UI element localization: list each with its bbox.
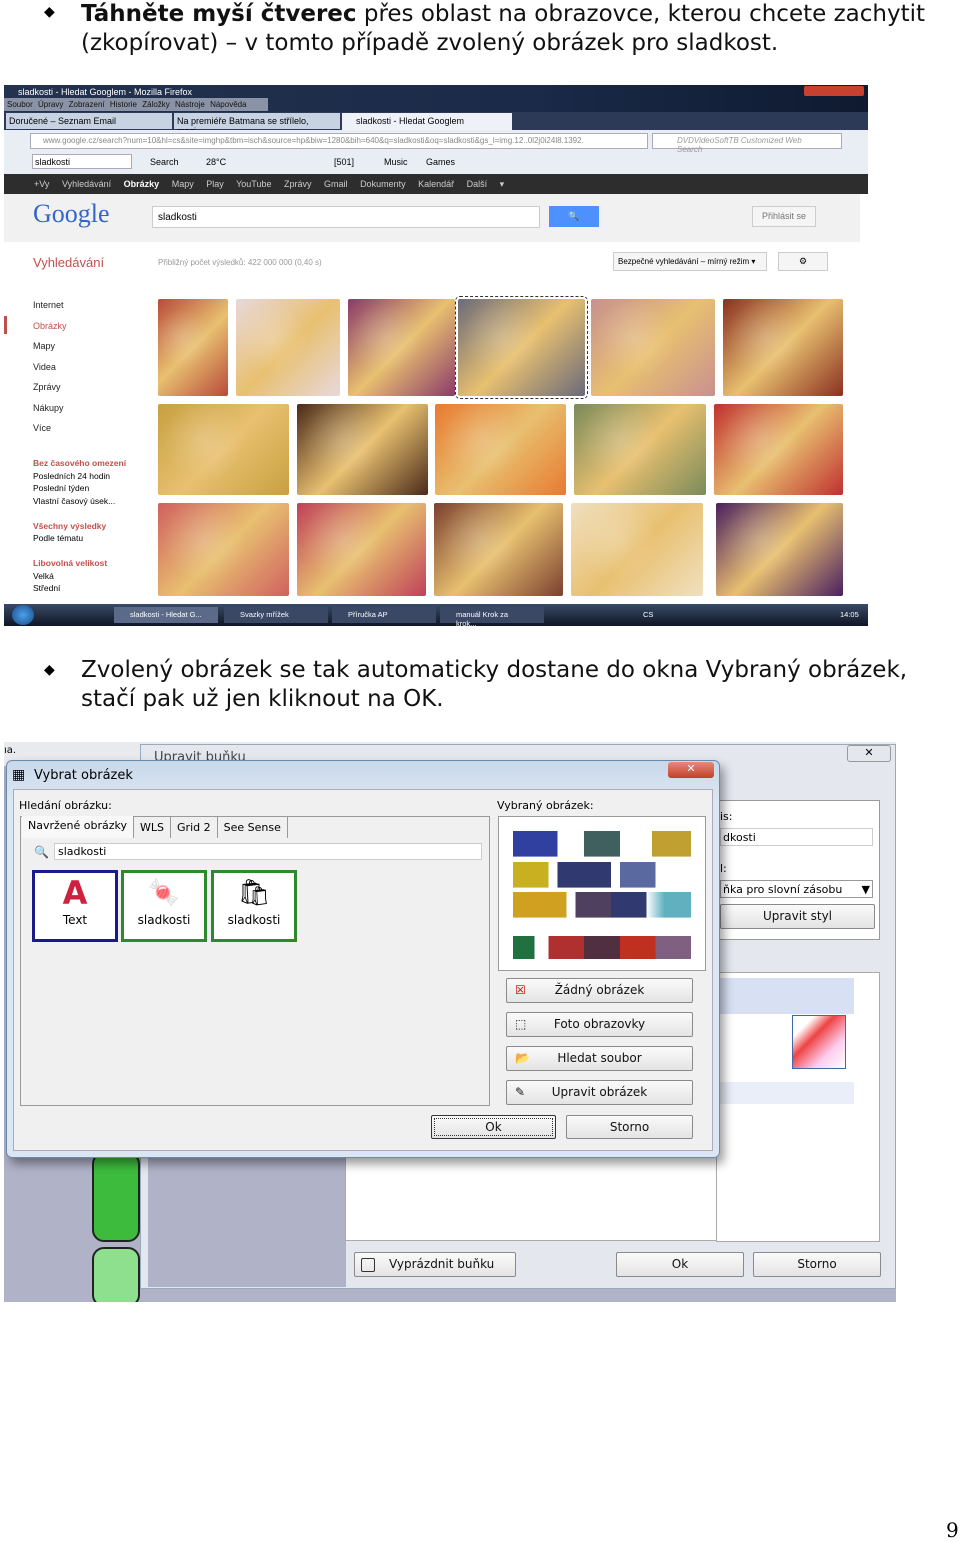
filters[interactable]: Bez časového omezení Posledních 24 hodin P… (33, 457, 126, 595)
weather[interactable]: 28°C (206, 157, 226, 167)
settings-gear-icon[interactable]: ⚙ (778, 252, 828, 271)
toolbar-search-input[interactable]: sladkosti (32, 154, 132, 169)
google-bar[interactable]: +Vy Vyhledávání Obrázky Mapy Play YouTub… (4, 174, 868, 194)
games-button[interactable]: Games (426, 157, 455, 167)
music-button[interactable]: Music (384, 157, 408, 167)
edit-cell-cancel-button[interactable]: Storno (753, 1252, 881, 1277)
tile-sweets-bag[interactable]: 🛍 sladkosti (211, 870, 297, 942)
bullet-icon: ◆ (44, 4, 55, 20)
dialog-icon: ▦ (12, 767, 26, 783)
image-result[interactable] (716, 503, 843, 596)
sidebar-item-videos[interactable]: Videa (33, 362, 67, 383)
image-result[interactable] (455, 296, 588, 399)
no-picture-button[interactable]: ☒ Žádný obrázek (506, 978, 693, 1003)
safe-search-dropdown[interactable]: Bezpečné vyhledávání – mírný režim ▾ (613, 252, 767, 271)
google-search-input[interactable]: sladkosti (152, 206, 540, 228)
selected-picture (498, 816, 706, 971)
image-result[interactable] (723, 299, 843, 396)
label-input[interactable]: dkosti (720, 828, 873, 846)
image-result[interactable] (297, 404, 428, 495)
section-title: Vyhledávání (33, 255, 105, 270)
image-result[interactable] (571, 503, 703, 596)
grid-screenshot: ıа. Upravit buňku ✕ is: dkosti l: ňka pr… (4, 742, 896, 1302)
tab-see-sense[interactable]: See Sense (218, 816, 288, 838)
search-icon: 🔍 (34, 845, 49, 859)
tab-google[interactable]: sladkosti - Hledat Googlem (342, 113, 512, 130)
instruction-2: Zvolený obrázek se tak automaticky dosta… (81, 657, 908, 712)
window-title: sladkosti - Hledat Googlem - Mozilla Fir… (18, 87, 193, 97)
image-result[interactable] (158, 404, 289, 495)
clock: 14:05 (840, 610, 859, 619)
taskbar-item[interactable]: Příručka AP (332, 607, 436, 623)
taskbar-item[interactable]: Svazky mřížek (224, 607, 328, 623)
taskbar[interactable]: sladkosti - Hledat G... Svazky mřížek Př… (4, 604, 868, 626)
image-result[interactable] (574, 404, 706, 495)
style-select[interactable]: ňka pro slovní zásobu ▼ (720, 880, 873, 898)
selected-label: Vybraný obrázek: (497, 799, 594, 812)
web-search-input[interactable]: DVDVideoSoftTB Customized Web Search (652, 133, 842, 154)
counter[interactable]: [501] (334, 157, 354, 167)
tab-wls[interactable]: WLS (134, 816, 172, 838)
image-result[interactable] (297, 503, 426, 596)
language-indicator[interactable]: CS (643, 610, 653, 619)
image-result[interactable] (591, 299, 715, 396)
instruction-1: Táhněte myší čtverec přes oblast na obra… (81, 1, 926, 56)
tab-grid2[interactable]: Grid 2 (171, 816, 218, 838)
tab-suggested[interactable]: Navržené obrázky (22, 816, 135, 838)
image-result[interactable] (434, 503, 563, 596)
tab-email[interactable]: Doručené – Seznam Email (6, 113, 172, 129)
edit-cell-ok-button[interactable]: Ok (616, 1252, 744, 1277)
ok-button[interactable]: Ok (431, 1115, 556, 1139)
image-result[interactable] (435, 404, 566, 495)
sidebar-item-more[interactable]: Více (33, 423, 67, 444)
tile-sweets[interactable]: 🍬 sladkosti (121, 870, 207, 942)
dialog-close-button[interactable]: ✕ (668, 762, 714, 778)
google-logo: Google (33, 199, 110, 228)
signin-button[interactable]: Přihlásit se (752, 206, 816, 227)
sidebar-item-internet[interactable]: Internet (33, 300, 67, 321)
taskbar-item[interactable]: manuál Krok za krok... (440, 607, 544, 626)
sidebar-item-shopping[interactable]: Nákupy (33, 403, 67, 424)
picture-search-input[interactable]: sladkosti (54, 843, 482, 860)
edit-picture-button[interactable]: ✎ Upravit obrázek (506, 1080, 693, 1105)
result-stats: Přibližný počet výsledků: 422 000 000 (0… (158, 258, 322, 267)
edit-style-button[interactable]: Upravit styl (720, 904, 875, 929)
sidebar[interactable]: Internet Obrázky Mapy Videa Zprávy Nákup… (33, 300, 67, 444)
screenshot-button[interactable]: ⬚ Foto obrazovky (506, 1012, 693, 1037)
image-result[interactable] (236, 299, 340, 396)
sidebar-item-news[interactable]: Zprávy (33, 382, 67, 403)
close-icon[interactable]: ✕ (847, 745, 891, 762)
tab-news[interactable]: Na premiéře Batmana se střílelo, mezi... (174, 113, 340, 136)
bullet-icon: ◆ (44, 662, 55, 678)
url-bar[interactable]: www.google.cz/search?num=10&hl=cs&site=i… (30, 133, 648, 149)
tile-text[interactable]: A Text (32, 870, 118, 942)
sidebar-item-maps[interactable]: Mapy (33, 341, 67, 362)
symbol-thumbnail[interactable] (792, 1015, 846, 1069)
image-result[interactable] (714, 404, 843, 495)
firefox-screenshot: sladkosti - Hledat Googlem - Mozilla Fir… (4, 85, 868, 626)
google-search-button[interactable]: 🔍 (549, 206, 599, 227)
sidebar-item-images[interactable]: Obrázky (33, 321, 67, 342)
start-button[interactable] (12, 605, 34, 625)
browse-file-button[interactable]: 📂 Hledat soubor (506, 1046, 693, 1071)
menu-bar[interactable]: Soubor Úpravy Zobrazení Historie Záložky… (4, 98, 268, 111)
dialog-title: Vybrat obrázek (34, 768, 133, 783)
clear-cell-button[interactable]: Vyprázdnit buňku (354, 1252, 516, 1277)
image-result[interactable] (158, 503, 289, 596)
tabs[interactable]: Navržené obrázky WLS Grid 2 See Sense (22, 816, 288, 838)
taskbar-item[interactable]: sladkosti - Hledat G... (114, 607, 218, 623)
cancel-button[interactable]: Storno (566, 1115, 693, 1139)
window-controls[interactable] (804, 86, 864, 96)
page-number: 9 (946, 1518, 959, 1542)
image-result[interactable] (348, 299, 455, 396)
toolbar-search-button[interactable]: Search (150, 157, 179, 167)
search-label: Hledání obrázku: (19, 799, 112, 812)
image-result[interactable] (158, 299, 228, 396)
